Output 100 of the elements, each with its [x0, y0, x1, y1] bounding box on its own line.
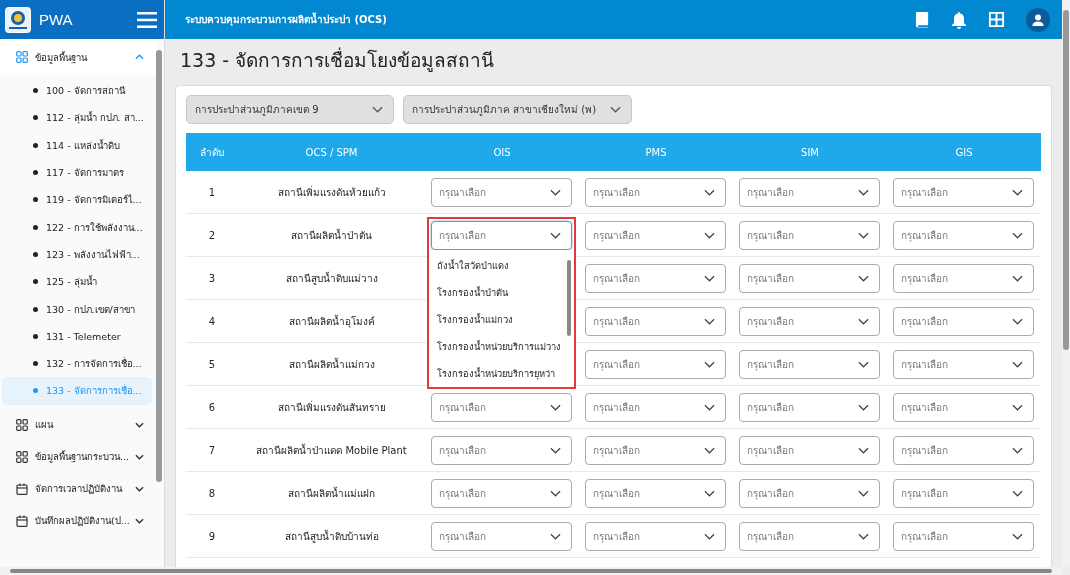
table-cell: 8	[208, 487, 216, 499]
select-field[interactable]: กรุณาเลือก	[893, 177, 1034, 207]
chevron-down-icon	[704, 231, 715, 239]
sidebar-item[interactable]: 100 - จัดการสถานี	[2, 77, 152, 105]
chevron-down-icon	[704, 360, 715, 368]
filter-dropdown[interactable]: การประปาส่วนภูมิภาคเขต 9	[186, 95, 394, 124]
dropdown-option[interactable]: โรงกรองน้ำแม่กวง	[431, 305, 572, 333]
book-icon[interactable]	[915, 11, 930, 28]
chevron-down-icon	[1012, 317, 1023, 325]
select-field[interactable]: กรุณาเลือก	[739, 349, 880, 379]
table-cell: 4	[208, 315, 216, 327]
chevron-down-icon	[550, 489, 561, 497]
table-cell: สถานีผลิตน้ำอุโมงค์	[288, 315, 375, 327]
sidebar-item[interactable]: 122 - การใช้พลังงาน...	[2, 213, 152, 241]
chevron-down-icon	[1012, 403, 1023, 411]
select-field[interactable]: กรุณาเลือก	[585, 263, 726, 293]
dropdown-option[interactable]: โรงกรองน้ำหน่วยบริการแม่วาง	[431, 332, 572, 360]
select-field[interactable]: กรุณาเลือก	[893, 306, 1034, 336]
select-field[interactable]: กรุณาเลือก	[585, 478, 726, 508]
chevron-down-icon	[135, 453, 144, 460]
select-field[interactable]: กรุณาเลือก	[739, 435, 880, 465]
chevron-down-icon	[704, 403, 715, 411]
select-field[interactable]: กรุณาเลือก	[893, 220, 1034, 250]
select-field[interactable]: กรุณาเลือก	[739, 306, 880, 336]
select-field[interactable]: กรุณาเลือก	[739, 220, 880, 250]
table-cell: สถานีสูบน้ำดิบแม่วาง	[285, 272, 378, 284]
select-field[interactable]: กรุณาเลือก	[431, 435, 572, 465]
select-field[interactable]: กรุณาเลือก	[739, 478, 880, 508]
select-field[interactable]: กรุณาเลือก	[431, 392, 572, 422]
sidebar-item[interactable]: 131 - Telemeter	[2, 322, 152, 350]
chevron-down-icon	[858, 360, 869, 368]
chevron-down-icon	[550, 403, 561, 411]
column-header: OIS	[493, 146, 511, 158]
select-field[interactable]: กรุณาเลือก	[893, 478, 1034, 508]
select-field[interactable]: กรุณาเลือก	[585, 220, 726, 250]
column-header: ลำดับ	[200, 146, 224, 158]
table-cell: สถานีเพิ่มแรงดันสันทราย	[277, 401, 386, 413]
table-cell: สถานีผลิตน้ำป่าตัน	[291, 229, 372, 241]
select-field[interactable]: กรุณาเลือก	[431, 177, 572, 207]
select-field[interactable]: กรุณาเลือก	[739, 177, 880, 207]
select-field[interactable]: กรุณาเลือก	[893, 521, 1034, 551]
select-field[interactable]: กรุณาเลือก	[585, 306, 726, 336]
notification-bell-icon[interactable]	[951, 10, 967, 29]
table-cell: 5	[208, 358, 216, 370]
table-cell: 6	[208, 401, 216, 413]
chevron-down-icon	[135, 421, 144, 428]
select-field[interactable]: กรุณาเลือก	[739, 263, 880, 293]
calendar-icon	[16, 482, 28, 495]
select-field[interactable]: กรุณาเลือก	[893, 392, 1034, 422]
chevron-down-icon	[704, 274, 715, 282]
grid-icon	[16, 450, 28, 463]
grid-icon	[16, 418, 28, 431]
sidebar-item[interactable]: 119 - จัดการมิเตอร์ไ...	[2, 186, 152, 214]
select-field[interactable]: กรุณาเลือก	[585, 521, 726, 551]
chevron-up-icon	[135, 54, 144, 60]
chevron-down-icon	[858, 231, 869, 239]
scrollbar[interactable]	[1062, 0, 1070, 567]
chevron-down-icon	[858, 446, 869, 454]
table-cell: 7	[208, 444, 216, 456]
chevron-down-icon	[1012, 489, 1023, 497]
chevron-down-icon	[858, 188, 869, 196]
sidebar-item[interactable]: 117 - จัดการมาตร	[2, 158, 152, 187]
user-avatar-icon[interactable]	[1026, 7, 1050, 32]
select-field[interactable]: กรุณาเลือก	[585, 435, 726, 465]
table-cell: สถานีเพิ่มแรงดันห้วยแก้ว	[277, 186, 386, 198]
sidebar-item[interactable]: 112 - ลุ่มน้ำ กปภ. สา...	[2, 104, 152, 132]
page-title: 133 - จัดการการเชื่อมโยงข้อมูลสถานี	[179, 46, 496, 74]
select-field[interactable]: กรุณาเลือก	[893, 435, 1034, 465]
dropdown-option[interactable]: โรงกรองน้ำหน่วยบริการยุหว่า	[431, 359, 572, 387]
sidebar-item[interactable]: 132 - การจัดการเชื่อ...	[2, 349, 152, 378]
chevron-down-icon	[135, 485, 144, 492]
filter-dropdown[interactable]: การประปาส่วนภูมิภาค สาขาเชียงใหม่ (พ)	[403, 95, 633, 124]
sidebar-item[interactable]: 123 - พลังงานไฟฟ้า...	[2, 240, 152, 269]
sidebar-item[interactable]: 130 - กปภ.เขต/สาขา	[2, 295, 152, 323]
select-field[interactable]: กรุณาเลือก	[893, 263, 1034, 293]
sidebar-item[interactable]: 114 - แหล่งน้ำดิบ	[2, 131, 152, 159]
table-cell: 1	[208, 186, 216, 198]
select-field[interactable]: กรุณาเลือก	[431, 220, 572, 250]
menu-icon[interactable]	[137, 11, 157, 28]
app-name: PWA	[39, 11, 74, 28]
sidebar-item[interactable]: 133 - จัดการการเชื่อ...	[2, 377, 152, 405]
select-field[interactable]: กรุณาเลือก	[431, 521, 572, 551]
select-field[interactable]: กรุณาเลือก	[585, 349, 726, 379]
select-field[interactable]: กรุณาเลือก	[739, 392, 880, 422]
chevron-down-icon	[704, 446, 715, 454]
select-field[interactable]: กรุณาเลือก	[739, 521, 880, 551]
grid-icon[interactable]	[988, 11, 1005, 28]
select-field[interactable]: กรุณาเลือก	[585, 392, 726, 422]
scrollbar[interactable]	[0, 567, 1062, 575]
chevron-down-icon	[1012, 231, 1023, 239]
select-field[interactable]: กรุณาเลือก	[893, 349, 1034, 379]
chevron-down-icon	[1012, 360, 1023, 368]
column-header: GIS	[955, 146, 973, 158]
dropdown-option[interactable]: ถังน้ำใสวัดป่าแดง	[431, 251, 572, 279]
chevron-down-icon	[550, 532, 561, 540]
dropdown-option[interactable]: โรงกรองน้ำป่าตัน	[431, 278, 572, 306]
sidebar-group[interactable]: ข้อมูลพื้นฐาน	[0, 39, 156, 75]
select-field[interactable]: กรุณาเลือก	[585, 177, 726, 207]
select-field[interactable]: กรุณาเลือก	[431, 478, 572, 508]
sidebar-item[interactable]: 125 - ลุ่มน้ำ	[2, 268, 152, 296]
